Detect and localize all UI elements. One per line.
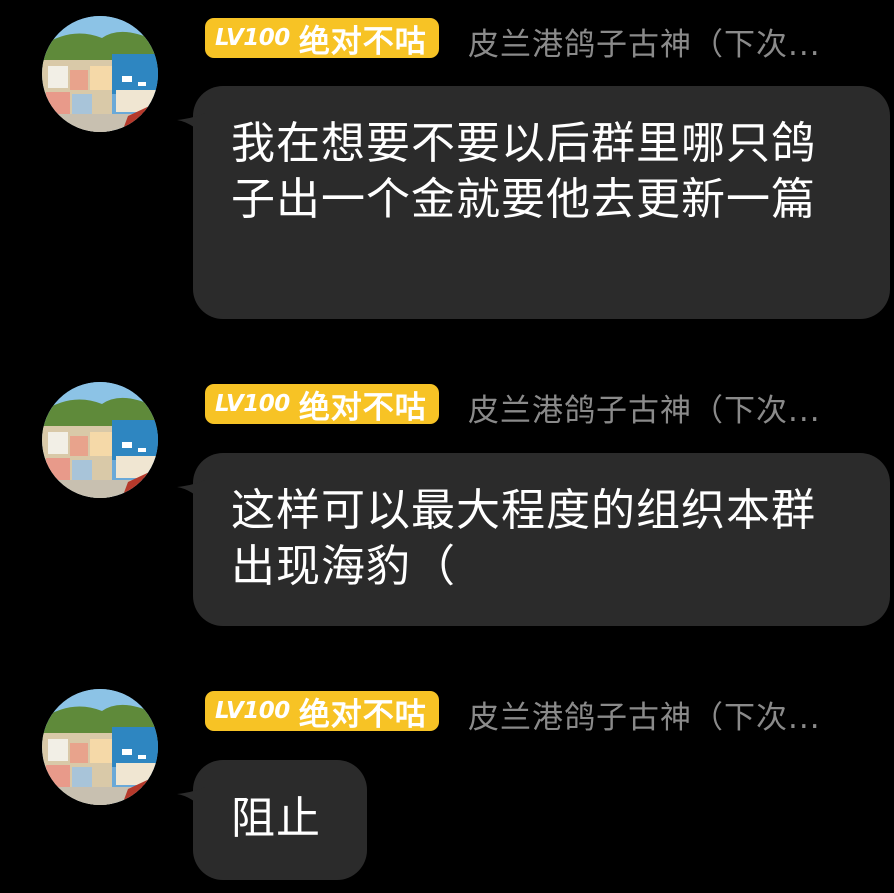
member-title: 绝对不咕: [298, 23, 427, 60]
level-label: LV100: [215, 391, 290, 417]
message-bubble[interactable]: 阻止: [177, 760, 367, 880]
level-label: LV100: [215, 25, 290, 51]
level-badge: LV100 绝对不咕: [205, 384, 439, 426]
member-title: 绝对不咕: [298, 696, 427, 733]
sender-name[interactable]: 皮兰港鸽子古神（下次...: [468, 692, 821, 737]
sender-avatar[interactable]: [42, 382, 158, 498]
sender-name[interactable]: 皮兰港鸽子古神（下次...: [468, 19, 821, 64]
sender-avatar[interactable]: [42, 689, 158, 805]
message-bubble[interactable]: 我在想要不要以后群里哪只鸽子出一个金就要他去更新一篇: [177, 86, 890, 319]
bubble-tail: [177, 479, 207, 505]
level-label: LV100: [215, 698, 290, 724]
message-text: 我在想要不要以后群里哪只鸽子出一个金就要他去更新一篇: [231, 118, 816, 225]
level-badge: LV100 绝对不咕: [205, 691, 439, 733]
message-text: 阻止: [231, 793, 321, 844]
sender-name[interactable]: 皮兰港鸽子古神（下次...: [468, 385, 821, 430]
member-title: 绝对不咕: [298, 389, 427, 426]
sender-avatar[interactable]: [42, 16, 158, 132]
message-bubble[interactable]: 这样可以最大程度的组织本群出现海豹（: [177, 453, 890, 626]
coastal-town-avatar-icon: [42, 689, 158, 805]
bubble-tail: [177, 112, 207, 138]
level-badge: LV100 绝对不咕: [205, 18, 439, 60]
coastal-town-avatar-icon: [42, 382, 158, 498]
coastal-town-avatar-icon: [42, 16, 158, 132]
bubble-tail: [177, 786, 207, 812]
message-text: 这样可以最大程度的组织本群出现海豹（: [231, 485, 816, 592]
